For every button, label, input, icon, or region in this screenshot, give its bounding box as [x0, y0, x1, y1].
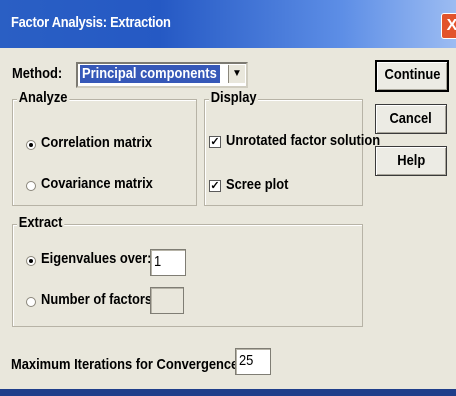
covariance-matrix-label: Covariance matrix: [41, 175, 153, 192]
scree-plot-checkbox[interactable]: ✓: [209, 180, 221, 192]
analyze-legend: Analyze: [17, 89, 70, 106]
unrotated-solution-label: Unrotated factor solution: [226, 132, 381, 149]
help-button[interactable]: Help: [375, 146, 447, 176]
number-of-factors-label: Number of factors:: [41, 291, 157, 308]
max-iterations-label: Maximum Iterations for Convergence:: [11, 356, 243, 373]
max-iterations-input[interactable]: 25: [235, 348, 271, 375]
title-bar: Factor Analysis: Extraction X: [0, 0, 456, 48]
display-legend: Display: [209, 89, 259, 106]
correlation-matrix-label: Correlation matrix: [41, 134, 153, 151]
bottom-border: [0, 389, 456, 396]
analyze-group: Analyze Correlation matrix Covariance ma…: [12, 89, 197, 206]
close-button[interactable]: X: [441, 13, 456, 39]
dropdown-arrow-icon[interactable]: ▼: [228, 65, 245, 83]
extract-legend: Extract: [17, 214, 65, 231]
unrotated-solution-checkbox[interactable]: ✓: [209, 136, 221, 148]
extract-group: Extract Eigenvalues over: 1 Number of fa…: [12, 214, 363, 327]
continue-button[interactable]: Continue: [375, 60, 449, 92]
scree-plot-label: Scree plot: [226, 176, 289, 193]
eigenvalues-label: Eigenvalues over:: [41, 250, 152, 267]
number-of-factors-input[interactable]: [150, 287, 184, 314]
window-title: Factor Analysis: Extraction: [11, 14, 171, 31]
method-selected-value: Principal components: [80, 65, 220, 83]
display-group: Display ✓ Unrotated factor solution ✓ Sc…: [204, 89, 380, 206]
method-label: Method:: [12, 65, 63, 82]
dialog-body: Method: Principal components ▼ Continue …: [0, 48, 456, 389]
number-of-factors-radio[interactable]: [26, 297, 36, 307]
covariance-matrix-radio[interactable]: [26, 181, 36, 191]
eigenvalues-radio[interactable]: [26, 256, 36, 266]
method-select[interactable]: Principal components ▼: [76, 62, 248, 88]
correlation-matrix-radio[interactable]: [26, 140, 36, 150]
cancel-button[interactable]: Cancel: [375, 104, 447, 134]
eigenvalues-input[interactable]: 1: [150, 249, 186, 276]
